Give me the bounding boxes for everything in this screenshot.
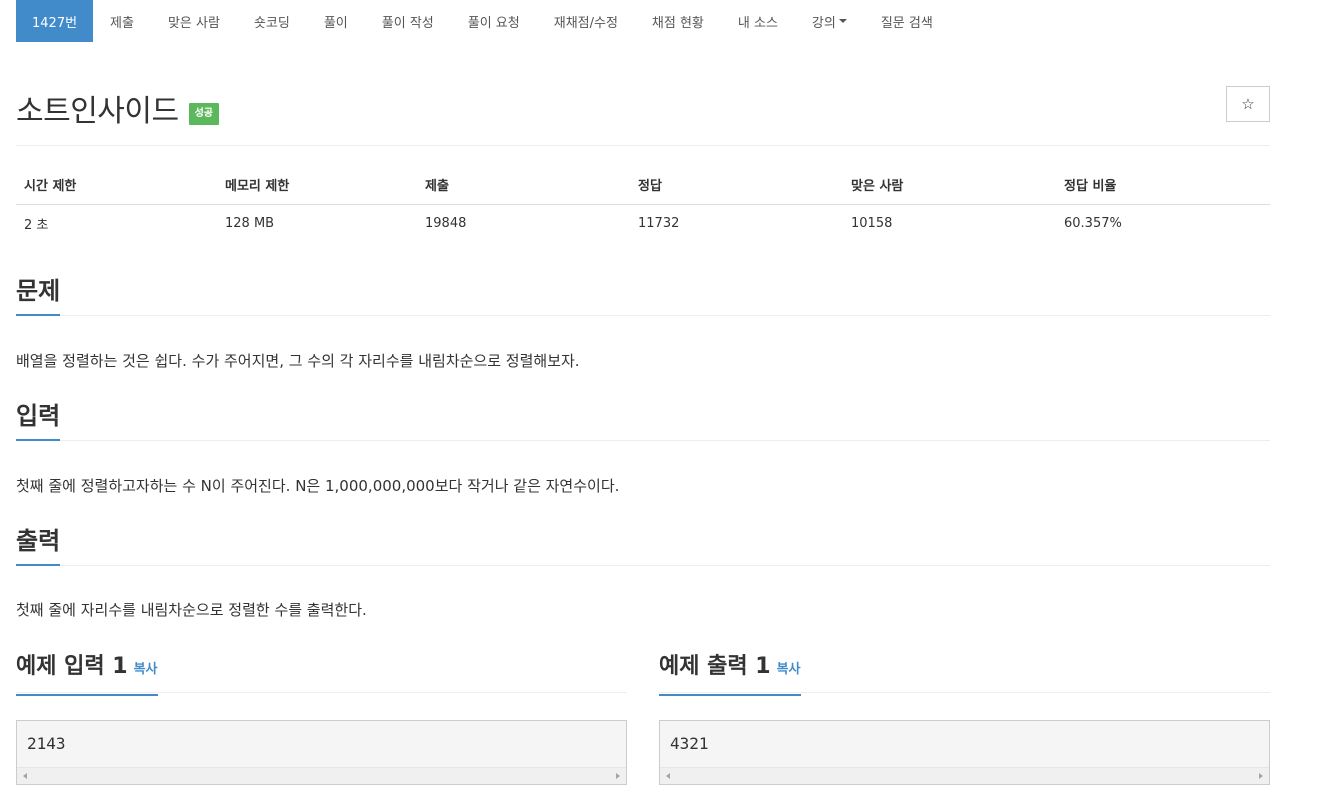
stats-value-row: 2 초 128 MB 19848 11732 10158 60.357% xyxy=(16,204,1270,242)
nav-item-write-solution[interactable]: 풀이 작성 xyxy=(365,0,451,42)
stats-header-memory-limit: 메모리 제한 xyxy=(217,166,417,205)
section-problem: 문제 배열을 정렬하는 것은 쉽다. 수가 주어지면, 그 수의 각 자리수를 … xyxy=(16,268,1270,371)
section-output-header: 출력 xyxy=(16,518,1270,566)
problem-nav: 1427번 제출 맞은 사람 숏코딩 풀이 풀이 작성 풀이 요청 재채점/수정… xyxy=(16,0,950,42)
nav-item-problem-number[interactable]: 1427번 xyxy=(16,0,94,42)
section-input-body: 첫째 줄에 정렬하고자하는 수 N이 주어진다. N은 1,000,000,00… xyxy=(16,477,620,495)
section-output-body: 첫째 줄에 자리수를 내림차순으로 정렬한 수를 출력한다. xyxy=(16,601,367,619)
stats-memory-limit: 128 MB xyxy=(225,215,275,231)
nav-item-solved-users[interactable]: 맞은 사람 xyxy=(151,0,237,42)
example-output-title: 예제 출력 1 xyxy=(659,654,771,679)
caret-down-icon xyxy=(838,19,847,23)
problem-title-row: 소트인사이드 성공 xyxy=(16,86,220,130)
scroll-left-icon[interactable] xyxy=(666,773,670,779)
status-badge: 성공 xyxy=(188,103,220,125)
stats-submissions: 19848 xyxy=(425,215,467,231)
problem-stats-table: 시간 제한 메모리 제한 제출 정답 맞은 사람 정답 비율 2 초 128 M… xyxy=(16,166,1270,242)
section-problem-heading: 문제 xyxy=(16,276,61,316)
section-output-heading: 출력 xyxy=(16,526,61,566)
stats-header-time-limit: 시간 제한 xyxy=(16,166,217,205)
stats-header-row: 시간 제한 메모리 제한 제출 정답 맞은 사람 정답 비율 xyxy=(16,166,1270,205)
copy-input-button[interactable]: 복사 xyxy=(134,662,158,677)
example-input-value: 2143 xyxy=(27,734,66,753)
nav-item-submit[interactable]: 제출 xyxy=(93,0,151,42)
section-output: 출력 첫째 줄에 자리수를 내림차순으로 정렬한 수를 출력한다. xyxy=(16,518,1270,620)
example-output-scrollbar[interactable] xyxy=(660,767,1269,784)
favorite-star-button[interactable]: ☆ xyxy=(1226,86,1270,122)
nav-item-solutions[interactable]: 풀이 xyxy=(307,0,365,42)
section-problem-body: 배열을 정렬하는 것은 쉽다. 수가 주어지면, 그 수의 각 자리수를 내림차… xyxy=(16,352,580,370)
stats-header-ratio: 정답 비율 xyxy=(1056,166,1270,205)
nav-item-short-coding[interactable]: 숏코딩 xyxy=(237,0,307,42)
title-divider xyxy=(16,145,1270,146)
section-input: 입력 첫째 줄에 정렬하고자하는 수 N이 주어진다. N은 1,000,000… xyxy=(16,393,1270,496)
section-input-heading: 입력 xyxy=(16,401,61,441)
stats-header-accepted: 정답 xyxy=(630,166,843,205)
example-input-box[interactable]: 2143 xyxy=(16,720,627,785)
example-input: 예제 입력 1 복사 2143 xyxy=(16,650,627,785)
stats-header-submissions: 제출 xyxy=(417,166,630,205)
section-input-header: 입력 xyxy=(16,393,1270,441)
example-output-box[interactable]: 4321 xyxy=(659,720,1270,785)
example-input-heading: 예제 입력 1 복사 xyxy=(16,652,158,696)
copy-output-button[interactable]: 복사 xyxy=(777,662,801,677)
scroll-left-icon[interactable] xyxy=(23,773,27,779)
nav-item-lectures-label: 강의 xyxy=(811,15,836,31)
example-output-header: 예제 출력 1 복사 xyxy=(659,650,1270,696)
scroll-right-icon[interactable] xyxy=(1259,773,1263,779)
nav-item-lectures-dropdown[interactable]: 강의 xyxy=(795,0,864,42)
example-output-heading: 예제 출력 1 복사 xyxy=(659,652,801,696)
example-output: 예제 출력 1 복사 4321 xyxy=(659,650,1270,785)
example-input-header: 예제 입력 1 복사 xyxy=(16,650,627,696)
problem-title: 소트인사이드 xyxy=(16,94,179,129)
nav-item-status[interactable]: 채점 현황 xyxy=(635,0,721,42)
nav-item-request-solution[interactable]: 풀이 요청 xyxy=(451,0,537,42)
scroll-right-icon[interactable] xyxy=(616,773,620,779)
stats-accepted: 11732 xyxy=(638,215,680,231)
stats-ratio: 60.357% xyxy=(1064,215,1122,231)
section-problem-header: 문제 xyxy=(16,268,1270,316)
nav-item-rejudge[interactable]: 재채점/수정 xyxy=(537,0,635,42)
example-input-title: 예제 입력 1 xyxy=(16,654,128,679)
example-input-scrollbar[interactable] xyxy=(17,767,626,784)
stats-time-limit: 2 초 xyxy=(24,217,49,233)
example-output-value: 4321 xyxy=(670,734,709,753)
star-icon: ☆ xyxy=(1241,95,1255,113)
nav-item-question-search[interactable]: 질문 검색 xyxy=(864,0,950,42)
stats-header-solved-users: 맞은 사람 xyxy=(843,166,1056,205)
stats-solved-users: 10158 xyxy=(851,215,893,231)
nav-item-my-source[interactable]: 내 소스 xyxy=(721,0,795,42)
